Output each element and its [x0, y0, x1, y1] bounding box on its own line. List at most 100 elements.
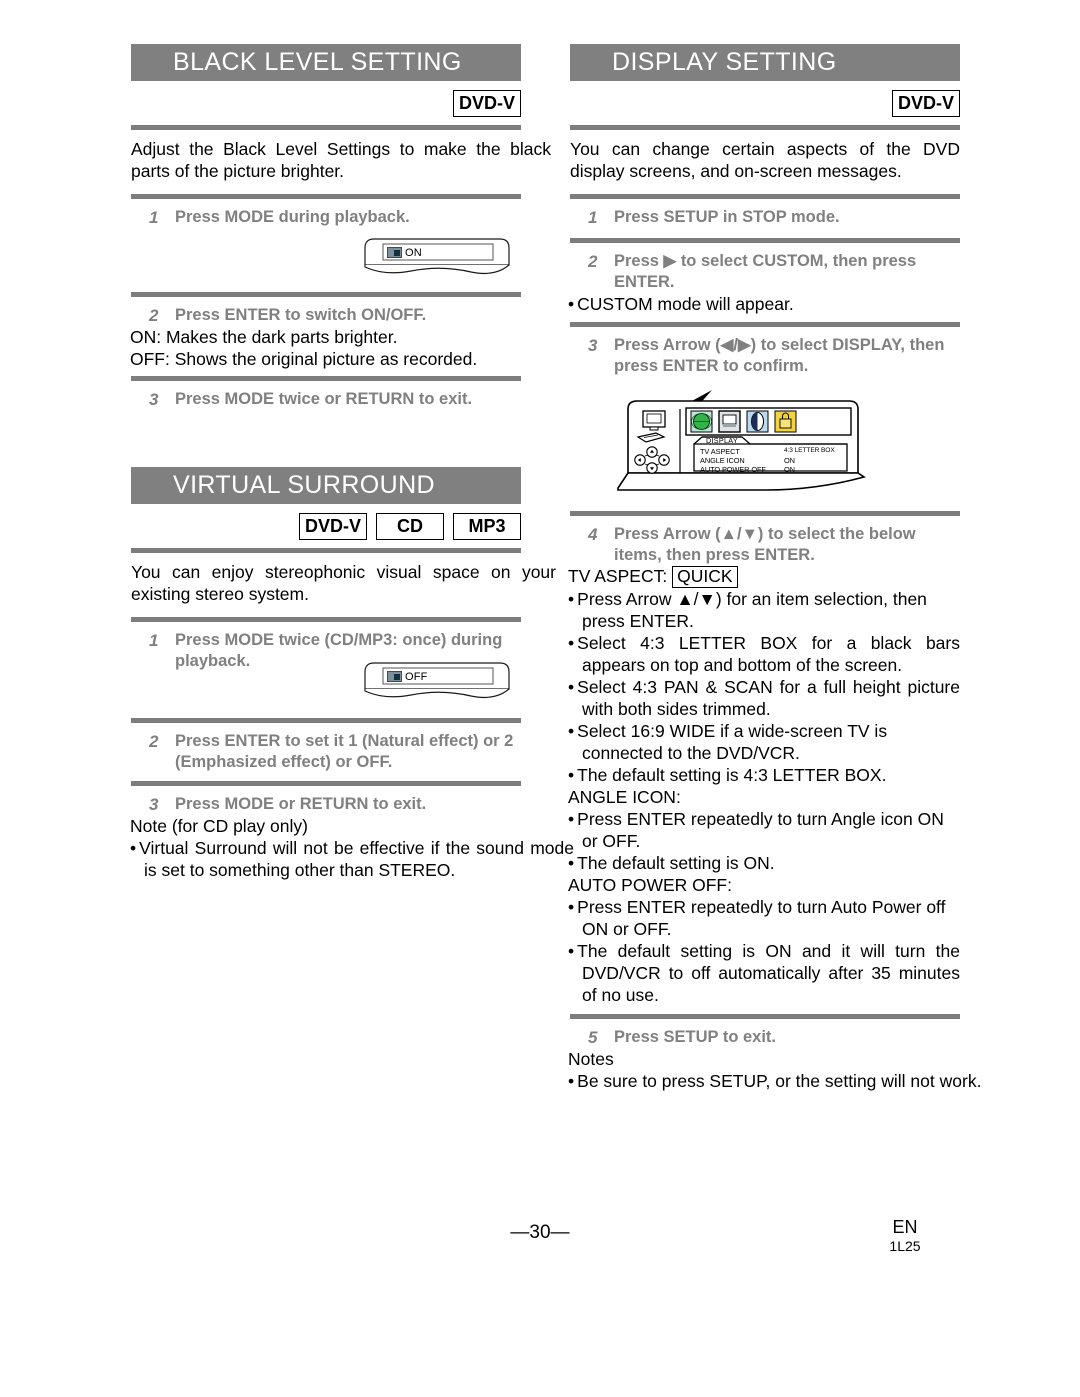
tv-aspect-bullet-4: • Select 16:9 WIDE if a wide-screen TV is… — [568, 720, 960, 764]
tv-aspect-bullet-5: • The default setting is 4:3 LETTER BOX. — [568, 764, 960, 786]
black-level-chip-icon — [387, 247, 402, 258]
osd-row-label-tv-aspect: TV ASPECT — [700, 447, 740, 456]
angle-icon-heading: ANGLE ICON: — [568, 787, 681, 807]
step-text: Press MODE or RETURN to exit. — [175, 795, 427, 813]
bullet-icon: • — [568, 721, 575, 741]
virtual-surround-note-bullet: • Virtual Surround will not be effective … — [130, 837, 574, 881]
virtual-surround-intro: You can enjoy stereophonic visual space … — [131, 562, 556, 604]
section-header-black-level: BLACK LEVEL SETTING — [131, 44, 521, 81]
bullet-text: Press Arrow ▲/▼) for an item selection, … — [577, 589, 927, 631]
bullet-text: The default setting is ON and it will tu… — [577, 941, 960, 1005]
bullet-icon: • — [568, 633, 575, 653]
bullet-icon: • — [568, 809, 575, 829]
bullet-text: Select 16:9 WIDE if a wide-screen TV is … — [577, 721, 888, 763]
black-level-note-off: OFF: Shows the original picture as recor… — [130, 349, 478, 369]
step-text: Press ENTER to set it 1 (Natural effect)… — [175, 732, 514, 771]
osd-callout-value: ON — [405, 247, 422, 259]
bullet-icon: • — [130, 838, 137, 858]
osd-callout-virtual-surround: OFF — [361, 658, 513, 706]
divider — [131, 548, 521, 553]
step-black-level-1: 1 Press MODE during playback. — [131, 207, 521, 228]
display-setting-intro: You can change certain aspects of the DV… — [570, 139, 960, 181]
divider — [131, 194, 521, 199]
left-column: BLACK LEVEL SETTING DVD-V Adjust the Bla… — [130, 44, 574, 881]
osd-row-label-auto-power-off: AUTO POWER OFF — [700, 465, 766, 474]
bullet-icon: • — [568, 589, 575, 609]
media-badge-cd: CD — [376, 512, 444, 540]
osd-callout-value: OFF — [405, 671, 428, 683]
step-display-5: 5 Press SETUP to exit. — [570, 1027, 960, 1048]
step-text: Press ▶ to select CUSTOM, then press ENT… — [614, 252, 917, 291]
step-display-1: 1 Press SETUP in STOP mode. — [570, 207, 960, 228]
bullet-text: Select 4:3 PAN & SCAN for a full height … — [577, 677, 960, 719]
divider — [570, 125, 960, 130]
step-number: 2 — [149, 306, 159, 325]
bullet-icon: • — [568, 677, 575, 697]
step-virtual-surround-2: 2 Press ENTER to set it 1 (Natural effec… — [131, 731, 529, 773]
step-text: Press MODE during playback. — [175, 208, 410, 226]
bullet-icon: • — [568, 294, 575, 314]
step-number: 2 — [588, 252, 598, 271]
section-header-virtual-surround: VIRTUAL SURROUND — [131, 467, 521, 504]
osd-display-diagram: DISPLAY TV ASPECT 4:3 LETTER BOX ANGLE I… — [616, 389, 916, 501]
step-number: 1 — [149, 208, 159, 227]
section-header-display-setting: DISPLAY SETTING — [570, 44, 960, 81]
step-display-4: 4 Press Arrow (▲/▼) to select the below … — [570, 524, 943, 566]
osd-row-value-auto-power-off: ON — [784, 465, 795, 474]
bullet-text: Be sure to press SETUP, or the setting w… — [577, 1071, 982, 1091]
bullet-text: Press ENTER repeatedly to turn Angle ico… — [577, 809, 944, 851]
angle-icon-bullet-2: • The default setting is ON. — [568, 852, 960, 874]
divider — [131, 718, 521, 723]
step-number: 3 — [588, 336, 598, 355]
media-badge-dvd-v: DVD-V — [298, 512, 367, 540]
auto-power-off-heading: AUTO POWER OFF: — [568, 875, 732, 895]
bullet-text: Virtual Surround will not be effective i… — [139, 838, 574, 880]
osd-row-value-tv-aspect: 4:3 LETTER BOX — [784, 447, 835, 454]
tv-aspect-bullet-3: • Select 4:3 PAN & SCAN for a full height… — [568, 676, 960, 720]
bullet-icon: • — [568, 1071, 575, 1091]
divider — [570, 322, 960, 327]
virtual-surround-note-heading: Note (for CD play only) — [130, 816, 308, 836]
media-badge-mp3: MP3 — [453, 512, 521, 540]
tv-aspect-heading: TV ASPECT: QUICK — [568, 565, 960, 588]
region-code: EN — [892, 1217, 918, 1237]
step-number: 2 — [149, 732, 159, 751]
step-number: 3 — [149, 390, 159, 409]
step-number: 1 — [588, 208, 598, 227]
osd-tab-label: DISPLAY — [706, 436, 738, 445]
black-level-intro: Adjust the Black Level Settings to make … — [131, 139, 551, 181]
divider — [570, 238, 960, 243]
step-black-level-2: 2 Press ENTER to switch ON/OFF. — [131, 305, 521, 326]
divider — [570, 1014, 960, 1019]
step-text: Press MODE twice or RETURN to exit. — [175, 390, 473, 408]
auto-power-off-bullet-1: • Press ENTER repeatedly to turn Auto Pow… — [568, 896, 960, 940]
bullet-text: The default setting is 4:3 LETTER BOX. — [577, 765, 887, 785]
step-text: Press SETUP in STOP mode. — [614, 208, 840, 226]
step-number: 1 — [149, 631, 159, 650]
media-badge-dvd-v: DVD-V — [891, 89, 960, 117]
manual-page: BLACK LEVEL SETTING DVD-V Adjust the Bla… — [0, 0, 1080, 1397]
notes-heading: Notes — [568, 1049, 614, 1069]
bullet-icon: • — [568, 853, 575, 873]
bullet-icon: • — [568, 897, 575, 917]
bullet-icon: • — [568, 941, 575, 961]
angle-icon-bullet-1: • Press ENTER repeatedly to turn Angle ic… — [568, 808, 960, 852]
divider — [131, 125, 521, 130]
auto-power-off-bullet-2: • The default setting is ON and it will t… — [568, 940, 960, 1006]
bullet-text: Press ENTER repeatedly to turn Auto Powe… — [577, 897, 946, 939]
tv-aspect-quick-badge: QUICK — [672, 566, 738, 588]
divider — [131, 781, 521, 786]
bullet-text: The default setting is ON. — [577, 853, 775, 873]
display-step2-note: • CUSTOM mode will appear. — [568, 293, 960, 315]
step-text: Press Arrow (▲/▼) to select the below it… — [614, 525, 916, 564]
bullet-icon: • — [568, 765, 575, 785]
media-badges-display-setting: DVD-V — [570, 81, 960, 119]
divider — [131, 376, 521, 381]
divider — [570, 511, 960, 516]
right-column: DISPLAY SETTING DVD-V You can change cer… — [568, 44, 981, 1092]
osd-callout-black-level: ON — [361, 234, 513, 282]
osd-row-value-angle-icon: ON — [784, 456, 795, 465]
divider — [131, 292, 521, 297]
tv-aspect-label: TV ASPECT: — [568, 566, 668, 586]
media-badges-black-level: DVD-V — [131, 81, 521, 119]
